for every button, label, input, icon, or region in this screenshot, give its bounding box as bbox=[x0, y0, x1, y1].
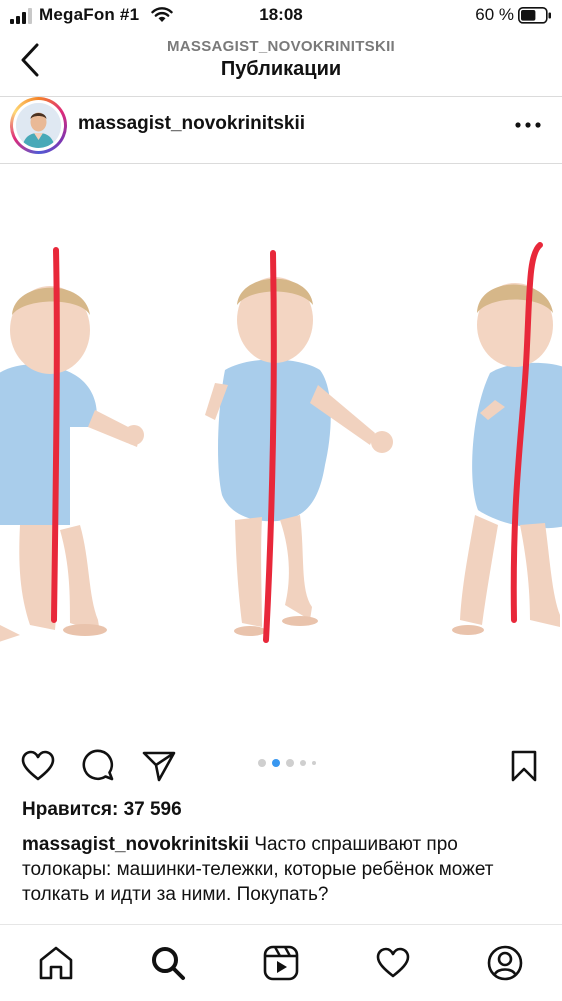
post-username[interactable]: massagist_novokrinitskii bbox=[78, 113, 305, 135]
activity-heart-icon bbox=[376, 947, 410, 978]
likes-count[interactable]: Нравится: 37 596 bbox=[22, 799, 182, 821]
save-button[interactable] bbox=[506, 748, 542, 784]
send-icon bbox=[142, 751, 176, 782]
carousel-dot bbox=[258, 759, 266, 767]
tab-search[interactable] bbox=[146, 941, 190, 985]
post-actions bbox=[0, 740, 562, 790]
carousel-indicator bbox=[258, 759, 316, 767]
carousel-dot bbox=[312, 761, 316, 765]
tab-home[interactable] bbox=[34, 941, 78, 985]
caption-username[interactable]: massagist_novokrinitskii bbox=[22, 834, 249, 855]
posture-photo bbox=[0, 165, 562, 740]
posture-line-left bbox=[51, 247, 60, 623]
comment-button[interactable] bbox=[81, 748, 117, 784]
tab-activity[interactable] bbox=[371, 941, 415, 985]
page-title: Публикации bbox=[220, 58, 342, 80]
bookmark-icon bbox=[511, 750, 537, 782]
profile-icon bbox=[487, 945, 523, 981]
carousel-dot-active bbox=[272, 759, 280, 767]
status-bar: MegaFon #1 18:08 60 % bbox=[0, 0, 562, 32]
navigation-bar: MASSAGIST_NOVOKRINITSKII Публикации bbox=[0, 32, 562, 96]
more-horizontal-icon bbox=[515, 122, 541, 128]
search-icon bbox=[152, 947, 185, 980]
post-caption: massagist_novokrinitskii Часто спрашиваю… bbox=[22, 832, 542, 907]
post-image[interactable] bbox=[0, 165, 562, 740]
like-button[interactable] bbox=[20, 748, 56, 784]
post-header-divider bbox=[0, 163, 562, 164]
avatar bbox=[16, 103, 61, 148]
battery-percent: 60 % bbox=[475, 5, 514, 24]
post-header: massagist_novokrinitskii bbox=[0, 97, 562, 157]
carousel-dot bbox=[286, 759, 294, 767]
bottom-tab-bar bbox=[0, 924, 562, 1001]
reels-icon bbox=[263, 945, 299, 981]
tab-reels[interactable] bbox=[259, 941, 303, 985]
comment-icon bbox=[82, 749, 114, 781]
more-options-button[interactable] bbox=[508, 111, 548, 139]
nav-subtitle: MASSAGIST_NOVOKRINITSKII bbox=[166, 38, 396, 55]
heart-icon bbox=[21, 750, 55, 781]
carousel-dot bbox=[300, 760, 306, 766]
home-icon bbox=[39, 946, 73, 980]
battery-icon bbox=[518, 7, 551, 24]
story-ring[interactable] bbox=[10, 97, 67, 154]
share-button[interactable] bbox=[141, 748, 177, 784]
tab-profile[interactable] bbox=[483, 941, 527, 985]
